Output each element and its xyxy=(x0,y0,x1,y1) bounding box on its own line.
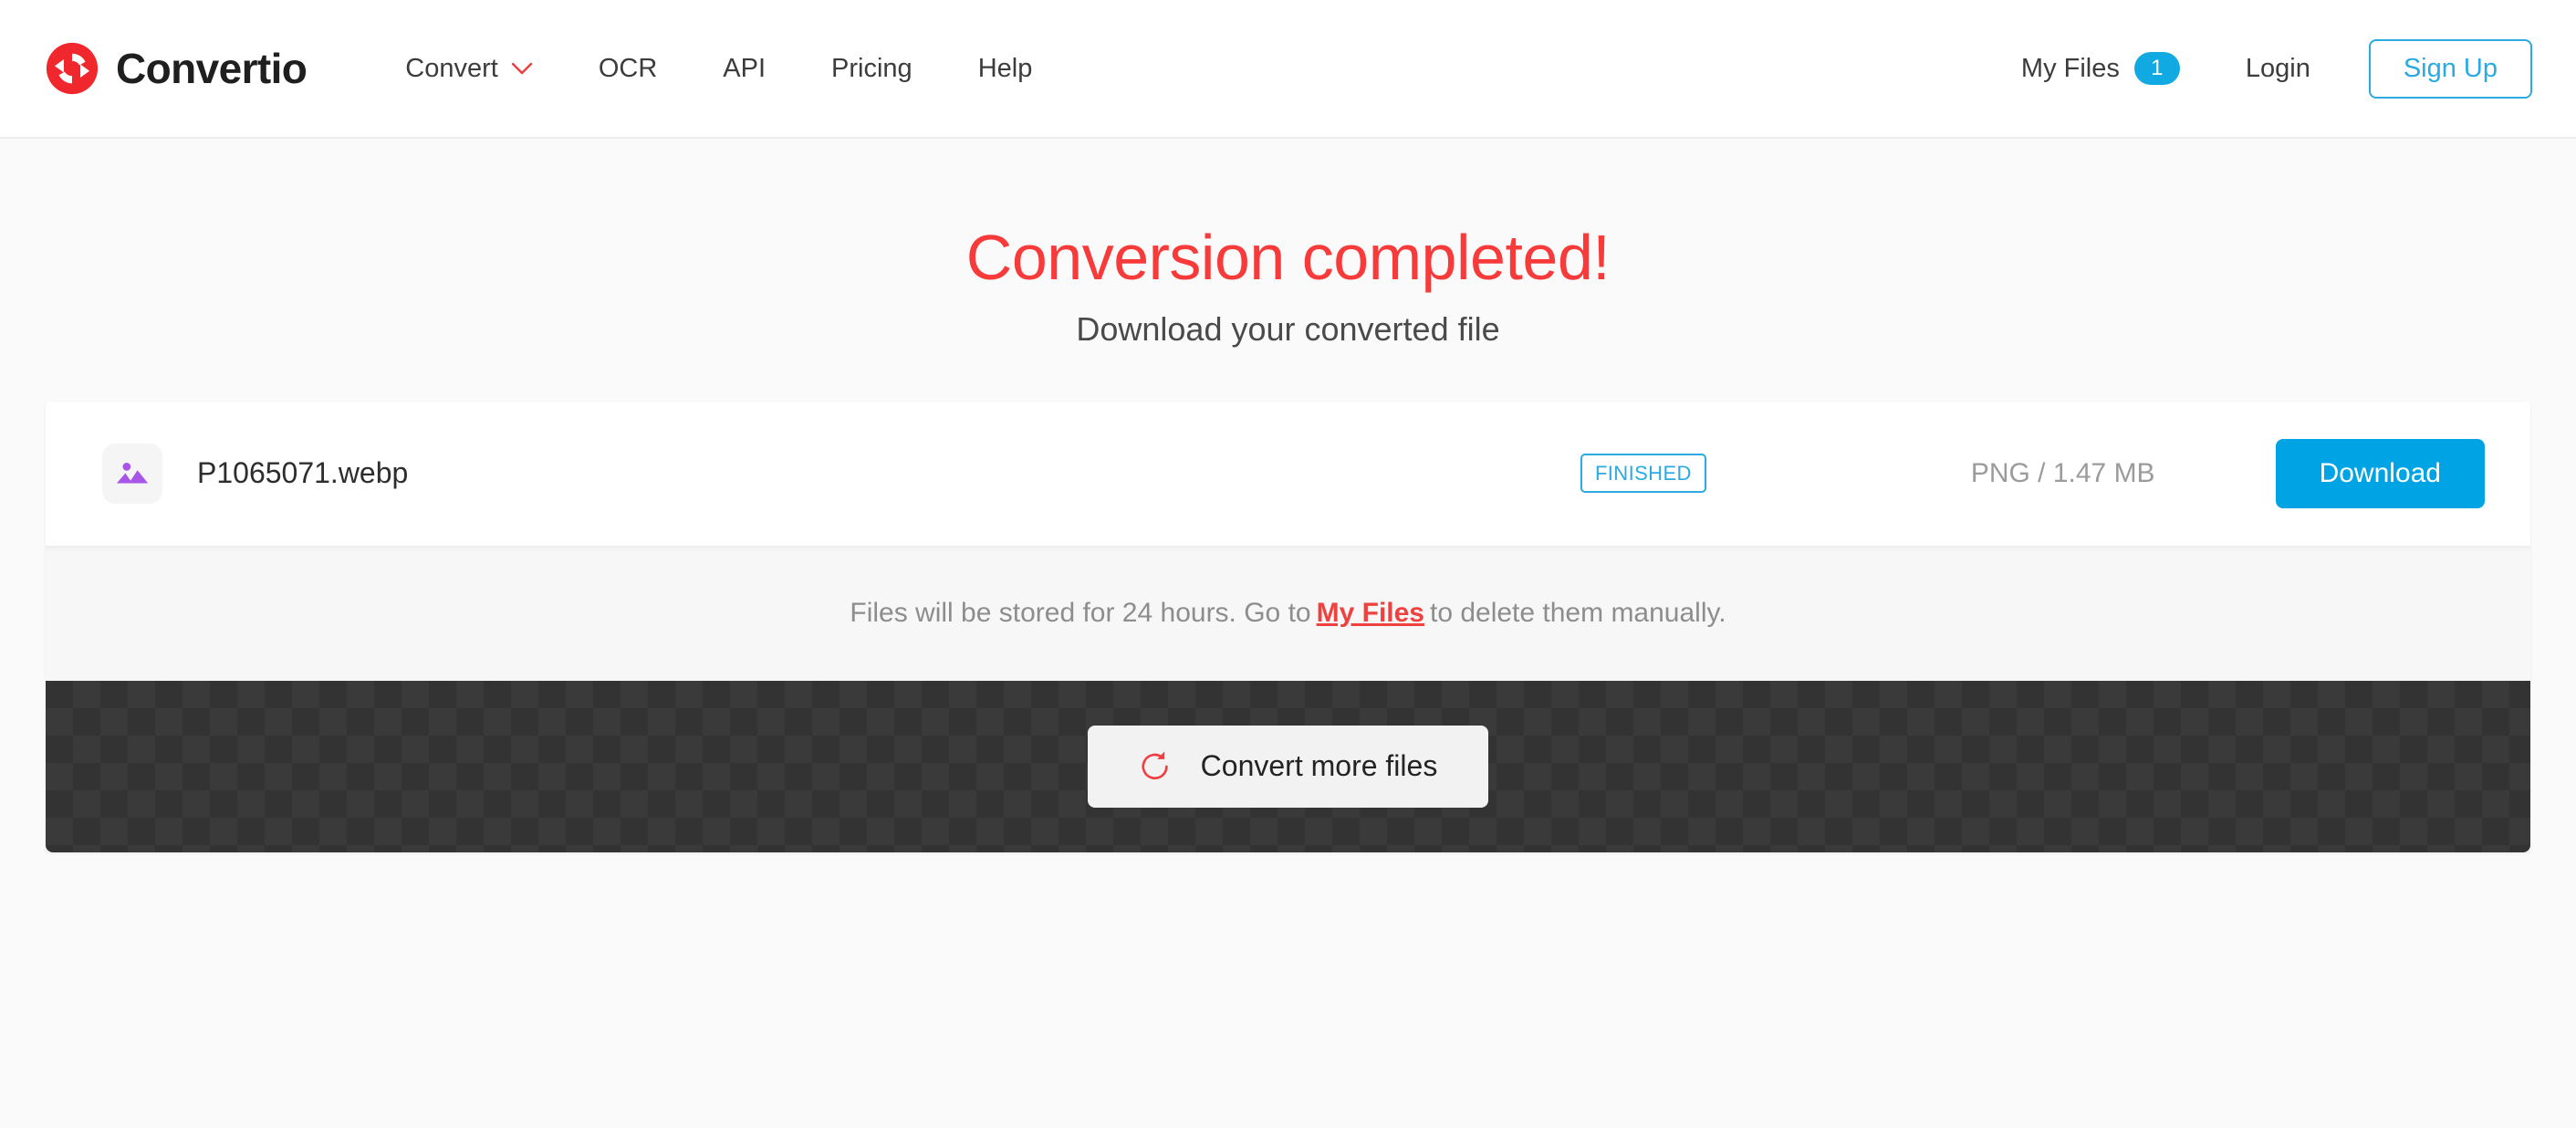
refresh-icon xyxy=(1139,749,1173,784)
page-subtitle: Download your converted file xyxy=(1076,309,1500,348)
table-row: P1065071.webp FINISHED PNG / 1.47 MB Dow… xyxy=(46,401,2530,546)
nav-item-pricing[interactable]: Pricing xyxy=(798,54,945,84)
image-file-icon xyxy=(102,443,162,504)
convert-more-files-button[interactable]: Convert more files xyxy=(1087,725,1489,808)
site-header: Convertio Convert OCR API Pricing Help M… xyxy=(0,0,2576,139)
storage-info-text-before: Files will be stored for 24 hours. Go to xyxy=(850,597,1311,628)
nav-item-ocr[interactable]: OCR xyxy=(566,54,690,84)
brand-name: Convertio xyxy=(116,45,308,92)
convert-more-bar: Convert more files xyxy=(46,680,2530,852)
hero-section: Conversion completed! Download your conv… xyxy=(0,139,2576,349)
my-files-inline-link[interactable]: My Files xyxy=(1317,598,1424,629)
nav-item-label: Help xyxy=(977,53,1033,83)
file-meta: PNG / 1.47 MB xyxy=(1970,457,2155,488)
nav-item-label: Convert xyxy=(405,53,498,83)
main-nav: Convert OCR API Pricing Help xyxy=(372,54,1065,84)
nav-item-help[interactable]: Help xyxy=(945,54,1066,84)
nav-item-label: OCR xyxy=(598,53,658,83)
file-name: P1065071.webp xyxy=(197,456,409,489)
storage-info-strip: Files will be stored for 24 hours. Go to… xyxy=(46,545,2530,681)
nav-item-convert[interactable]: Convert xyxy=(372,54,566,84)
my-files-link[interactable]: My Files 1 xyxy=(1994,52,2207,85)
sign-up-button[interactable]: Sign Up xyxy=(2368,38,2532,99)
my-files-count-badge: 1 xyxy=(2133,52,2180,85)
status-badge: FINISHED xyxy=(1580,454,1706,493)
download-button[interactable]: Download xyxy=(2275,438,2485,508)
chevron-down-icon xyxy=(511,62,533,75)
convertio-circular-arrows-icon xyxy=(46,42,99,95)
nav-item-api[interactable]: API xyxy=(690,54,798,84)
my-files-label: My Files xyxy=(2020,53,2120,83)
brand-logo-link[interactable]: Convertio xyxy=(46,42,308,95)
convert-more-files-label: Convert more files xyxy=(1200,749,1438,782)
nav-item-label: Pricing xyxy=(831,53,913,83)
header-actions: My Files 1 Login Sign Up xyxy=(1994,38,2532,99)
login-link[interactable]: Login xyxy=(2207,54,2349,84)
conversion-result-card: P1065071.webp FINISHED PNG / 1.47 MB Dow… xyxy=(46,401,2530,852)
page-title: Conversion completed! xyxy=(965,222,1611,293)
storage-info-text-after: to delete them manually. xyxy=(1429,597,1726,628)
nav-item-label: API xyxy=(723,53,767,83)
